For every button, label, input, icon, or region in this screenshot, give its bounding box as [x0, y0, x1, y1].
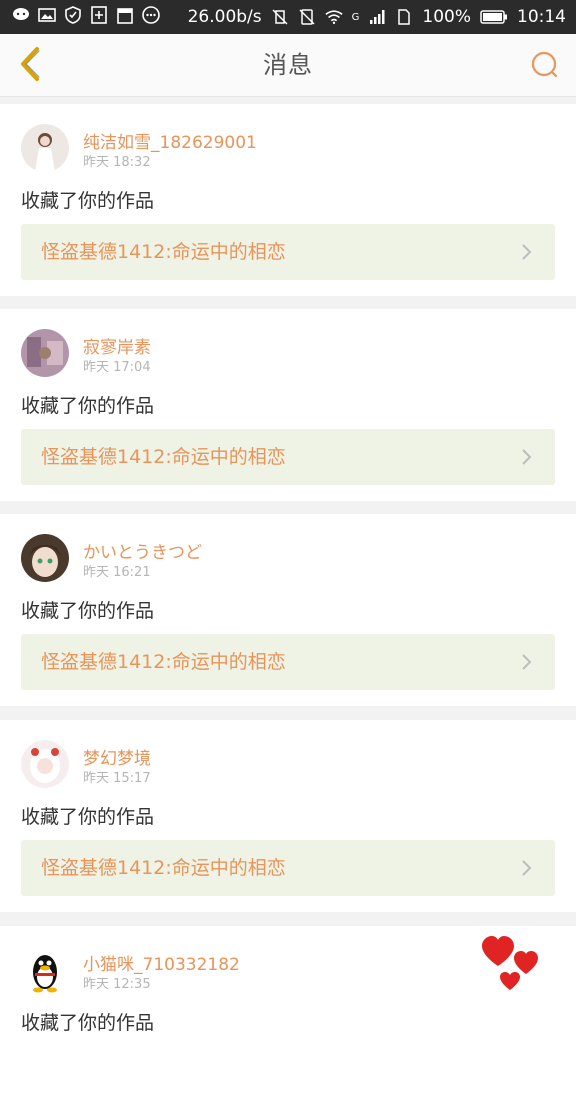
work-link[interactable]: 怪盗基德1412:命运中的相恋 [21, 634, 555, 690]
avatar[interactable] [21, 534, 69, 582]
battery-percent: 100% [422, 7, 471, 27]
avatar[interactable] [21, 329, 69, 377]
action-text: 收藏了你的作品 [21, 806, 155, 828]
status-indicators: 26.00b/s G 100% 10:14 [188, 0, 566, 34]
sim-icon [395, 8, 413, 26]
page-title: 消息 [263, 51, 313, 79]
chat-icon [12, 6, 30, 24]
wifi-icon [325, 8, 343, 26]
username[interactable]: 小猫咪_710332182 [83, 950, 240, 975]
timestamp: 昨天 17:04 [83, 360, 151, 375]
avatar[interactable] [21, 740, 69, 788]
action-text: 收藏了你的作品 [21, 600, 155, 622]
username[interactable]: 纯洁如雪_182629001 [83, 128, 257, 153]
work-title: 怪盗基德1412:命运中的相恋 [41, 651, 286, 673]
work-link[interactable]: 怪盗基德1412:命运中的相恋 [21, 840, 555, 896]
work-link[interactable]: 怪盗基德1412:命运中的相恋 [21, 224, 555, 280]
shield-icon [64, 6, 82, 24]
avatar-white-hair-anime-icon [21, 740, 69, 788]
avatar-purple-anime-icon [21, 329, 69, 377]
image-icon [38, 6, 56, 24]
timestamp: 昨天 15:17 [83, 771, 151, 786]
timestamp: 昨天 12:35 [83, 977, 151, 992]
username[interactable]: かいとうきつど [83, 538, 202, 563]
status-bar: 26.00b/s G 100% 10:14 [0, 0, 576, 34]
more-icon [142, 6, 160, 24]
chevron-right-icon [522, 860, 532, 876]
message-card: かいとうきつど 昨天 16:21 收藏了你的作品 怪盗基德1412:命运中的相恋 [0, 514, 576, 706]
avatar[interactable] [21, 946, 69, 994]
username[interactable]: 梦幻梦境 [83, 744, 151, 769]
avatar-penguin-icon [21, 946, 69, 994]
action-text: 收藏了你的作品 [21, 1012, 155, 1034]
signal-type: G [351, 11, 360, 23]
message-card: 寂寥岸素 昨天 17:04 收藏了你的作品 怪盗基德1412:命运中的相恋 [0, 309, 576, 501]
timestamp: 昨天 18:32 [83, 155, 151, 170]
hearts-icon [482, 936, 538, 990]
calendar-icon [116, 6, 134, 24]
work-title: 怪盗基德1412:命运中的相恋 [41, 241, 286, 263]
plus-box-icon [90, 6, 108, 24]
phone-off-icon [298, 8, 316, 26]
username[interactable]: 寂寥岸素 [83, 333, 151, 358]
timestamp: 昨天 16:21 [83, 565, 151, 580]
avatar[interactable] [21, 124, 69, 172]
vibrate-off-icon [271, 8, 289, 26]
message-card: 纯洁如雪_182629001 昨天 18:32 收藏了你的作品 怪盗基德1412… [0, 104, 576, 296]
chevron-right-icon [522, 654, 532, 670]
battery-icon [480, 8, 508, 26]
avatar-green-eyed-anime-icon [21, 534, 69, 582]
search-icon [531, 51, 558, 78]
action-text: 收藏了你的作品 [21, 395, 155, 417]
nav-bar: 消息 [0, 34, 576, 97]
avatar-girl-white-dress-icon [21, 124, 69, 172]
search-button[interactable] [528, 48, 562, 82]
chevron-right-icon [522, 244, 532, 260]
work-title: 怪盗基德1412:命运中的相恋 [41, 857, 286, 879]
network-speed: 26.00b/s [187, 7, 262, 27]
work-title: 怪盗基德1412:命运中的相恋 [41, 446, 286, 468]
action-text: 收藏了你的作品 [21, 190, 155, 212]
clock: 10:14 [517, 7, 566, 27]
signal-icon [368, 8, 386, 26]
notification-icons [12, 6, 160, 24]
message-card: 梦幻梦境 昨天 15:17 收藏了你的作品 怪盗基德1412:命运中的相恋 [0, 720, 576, 912]
chevron-right-icon [522, 449, 532, 465]
work-link[interactable]: 怪盗基德1412:命运中的相恋 [21, 429, 555, 485]
